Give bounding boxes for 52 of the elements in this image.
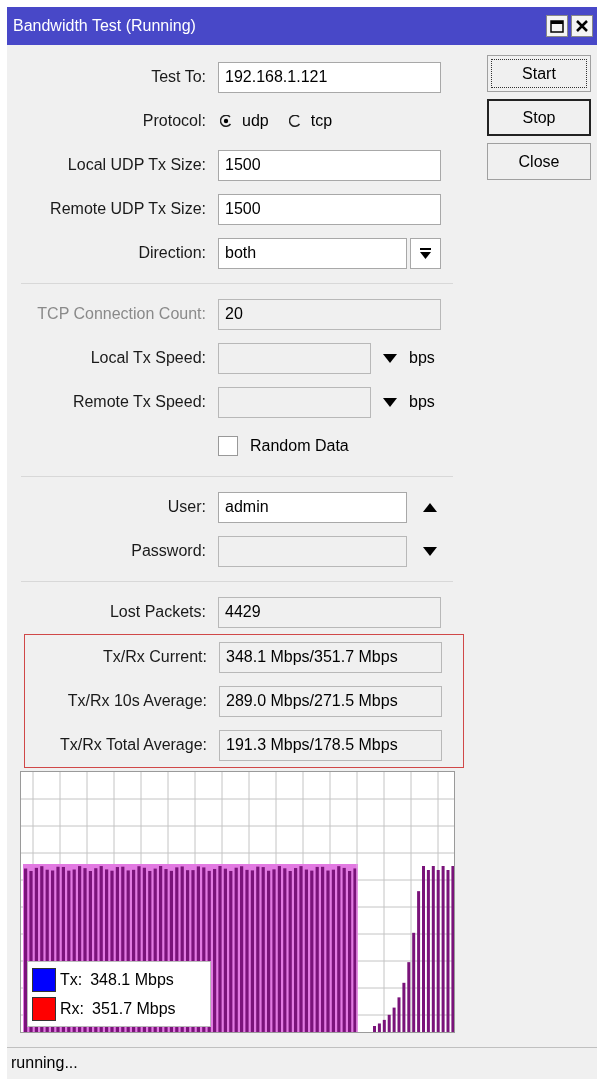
legend-label: Rx: <box>60 998 84 1019</box>
input-field[interactable] <box>218 342 371 374</box>
dropdown-arrow-icon[interactable] <box>383 397 397 407</box>
dialog-button[interactable]: Stop <box>487 99 591 136</box>
field-label: Remote UDP Tx Size: <box>49 199 207 219</box>
collapse-arrow-icon[interactable] <box>423 502 437 512</box>
field-label: Password: <box>130 541 207 561</box>
radio-option[interactable]: udp <box>220 109 269 133</box>
input-field[interactable]: 289.0 Mbps/271.5 Mbps <box>219 685 442 717</box>
legend-value: 351.7 Mbps <box>92 998 176 1019</box>
dialog-button[interactable]: Start <box>487 55 591 92</box>
checkbox-option[interactable]: Random Data <box>218 434 349 458</box>
field-label: Local Tx Speed: <box>89 348 207 368</box>
input-field[interactable]: 1500 <box>218 149 441 181</box>
field-label: Lost Packets: <box>108 602 207 622</box>
field-label: Direction: <box>137 243 207 263</box>
maximize-button[interactable] <box>546 15 568 37</box>
field-label: Remote Tx Speed: <box>71 392 207 412</box>
maximize-icon <box>550 19 564 33</box>
close-icon <box>576 20 588 32</box>
input-field[interactable]: 4429 <box>218 596 441 628</box>
unit-label: bps <box>409 392 435 412</box>
dialog-button[interactable]: Close <box>487 143 591 180</box>
dropdown-button[interactable] <box>410 237 441 269</box>
unit-label: bps <box>409 348 435 368</box>
radio-option[interactable]: tcp <box>288 109 333 133</box>
field-label: User: <box>166 497 207 517</box>
field-label: Tx/Rx Current: <box>102 647 208 667</box>
field-label: Test To: <box>150 67 207 87</box>
dropdown-arrow-icon[interactable] <box>383 353 397 363</box>
input-field[interactable]: both <box>218 237 407 269</box>
field-label: TCP Connection Count: <box>36 304 207 324</box>
input-field[interactable]: 348.1 Mbps/351.7 Mbps <box>219 641 442 673</box>
dropdown-arrow-icon <box>420 247 431 259</box>
legend-value: 348.1 Mbps <box>90 969 174 990</box>
input-field[interactable]: 191.3 Mbps/178.5 Mbps <box>219 729 442 761</box>
field-label: Local UDP Tx Size: <box>66 155 207 175</box>
field-label: Tx/Rx Total Average: <box>58 735 208 755</box>
input-field[interactable]: 20 <box>218 298 441 330</box>
window-title: Bandwidth Test (Running) <box>13 16 197 36</box>
input-field[interactable] <box>218 535 407 567</box>
field-label: Tx/Rx 10s Average: <box>66 691 208 711</box>
expand-arrow-icon[interactable] <box>423 546 437 556</box>
status-text: running... <box>11 1052 78 1073</box>
legend-label: Tx: <box>60 969 83 990</box>
input-field[interactable]: 1500 <box>218 193 441 225</box>
close-button[interactable] <box>571 15 593 37</box>
checkbox[interactable] <box>218 436 238 456</box>
input-field[interactable] <box>218 386 371 418</box>
input-field[interactable]: admin <box>218 491 407 523</box>
field-label: Protocol: <box>141 111 207 131</box>
input-field[interactable]: 192.168.1.121 <box>218 61 441 93</box>
